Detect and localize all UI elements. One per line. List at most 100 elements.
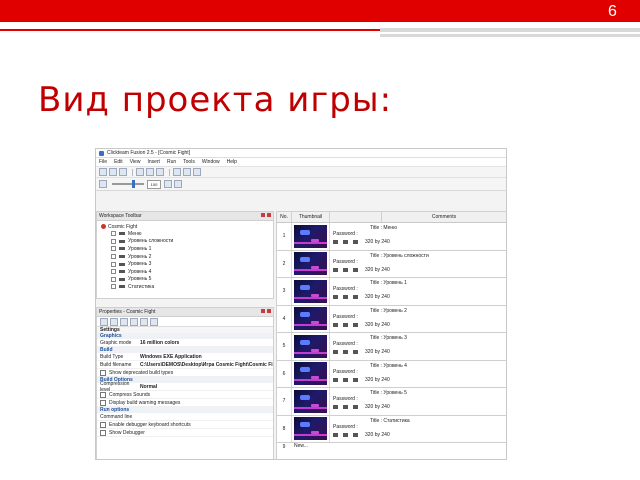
copy-icon[interactable] [146, 168, 154, 176]
close-icon[interactable] [267, 309, 271, 313]
frame-thumbnail[interactable] [294, 362, 327, 386]
fade-in-icon[interactable] [343, 432, 348, 437]
frame-settings-icon[interactable] [333, 295, 338, 299]
frame-settings-icon[interactable] [333, 322, 338, 327]
storyboard-row[interactable]: 2 Title : Уровень сложности Password : 320 … [277, 250, 506, 278]
menu-window[interactable]: Window [202, 159, 220, 165]
redo-icon[interactable] [183, 168, 191, 176]
property-compress-sounds[interactable]: Compress Sounds [97, 391, 273, 399]
property-build-type[interactable]: Build Type Windows EXE Application [97, 353, 273, 361]
save-icon[interactable] [119, 168, 127, 176]
menu-tools[interactable]: Tools [183, 159, 195, 165]
fade-out-icon[interactable] [353, 240, 358, 244]
zoom-out-icon[interactable] [99, 180, 107, 188]
fade-in-icon[interactable] [343, 295, 348, 299]
frame-password[interactable]: Password : [333, 231, 358, 237]
frame-settings-icon[interactable] [333, 405, 338, 409]
run-icon[interactable] [193, 168, 201, 176]
menu-file[interactable]: File [99, 159, 107, 165]
storyboard-row[interactable]: 3 Title : Уровень 1 Password : 320 by 240 [277, 278, 506, 306]
close-icon[interactable] [267, 213, 271, 217]
fade-in-icon[interactable] [343, 377, 348, 382]
property-display-warnings[interactable]: Display build warning messages [97, 399, 273, 407]
storyboard-new-row[interactable]: 9 New... [277, 443, 506, 451]
property-value[interactable]: Windows EXE Application [140, 354, 202, 360]
expand-icon[interactable] [111, 269, 116, 275]
frame-size[interactable]: 320 by 240 [365, 294, 390, 300]
property-enable-debugger[interactable]: Enable debugger keyboard shortcuts [97, 421, 273, 429]
frame-password[interactable]: Password : [333, 286, 358, 292]
cut-icon[interactable] [136, 168, 144, 176]
fade-in-icon[interactable] [343, 350, 348, 354]
tab-events-icon[interactable] [130, 317, 138, 326]
frame-thumbnail[interactable] [294, 334, 327, 358]
checkbox[interactable] [100, 369, 106, 376]
frame-thumbnail[interactable] [294, 389, 327, 413]
frame-size[interactable]: 320 by 240 [365, 432, 390, 438]
tab-about-icon[interactable] [140, 317, 148, 326]
frame-title[interactable]: Title : Уровень 4 [370, 363, 407, 369]
zoom-slider[interactable] [112, 180, 144, 188]
property-build-filename[interactable]: Build filename C:\Users\DEMOS\Desktop\Игр… [97, 361, 273, 369]
menu-run[interactable]: Run [167, 159, 176, 165]
frame-settings-icon[interactable] [333, 432, 338, 437]
frame-size[interactable]: 320 by 240 [365, 349, 390, 355]
tab-window-icon[interactable] [150, 317, 158, 326]
frame-title[interactable]: Title : Уровень сложности [370, 253, 429, 259]
expand-icon[interactable] [111, 254, 116, 260]
menu-edit[interactable]: Edit [114, 159, 123, 165]
storyboard-row[interactable]: 7 Title : Уровень 5 Password : 320 by 240 [277, 388, 506, 416]
frame-thumbnail[interactable] [294, 279, 327, 303]
frame-thumbnail[interactable] [294, 224, 327, 248]
frame-size[interactable]: 320 by 240 [365, 322, 390, 328]
frame-title[interactable]: Title : Уровень 3 [370, 335, 407, 341]
frame-size[interactable]: 320 by 240 [365, 404, 390, 410]
frame-title[interactable]: Title : Уровень 1 [370, 280, 407, 286]
frame-size[interactable]: 320 by 240 [365, 267, 390, 273]
frame-password[interactable]: Password : [333, 369, 358, 375]
tree-item-frame-3[interactable]: Уровень 1 [101, 245, 273, 253]
property-value[interactable]: C:\Users\DEMOS\Desktop\Игра Cosmic Fight… [140, 362, 273, 368]
fade-out-icon[interactable] [353, 295, 358, 299]
fade-in-icon[interactable] [343, 322, 348, 327]
frame-settings-icon[interactable] [333, 377, 338, 382]
menu-view[interactable]: View [130, 159, 141, 165]
storyboard-row[interactable]: 4 Title : Уровень 2 Password : 320 by 240 [277, 305, 506, 333]
expand-icon[interactable] [111, 276, 116, 282]
property-graphic-mode[interactable]: Graphic mode 16 million colors [97, 339, 273, 347]
tree-item-frame-6[interactable]: Уровень 4 [101, 268, 273, 276]
storyboard-row[interactable]: 6 Title : Уровень 4 Password : 320 by 240 [277, 360, 506, 388]
expand-icon[interactable] [111, 261, 116, 267]
checkbox[interactable] [100, 399, 106, 406]
fade-in-icon[interactable] [343, 267, 348, 272]
fade-out-icon[interactable] [353, 405, 358, 409]
checkbox[interactable] [100, 429, 106, 436]
snap-icon[interactable] [174, 180, 182, 188]
frame-settings-icon[interactable] [333, 350, 338, 354]
tree-item-frame-2[interactable]: Уровень сложности [101, 238, 273, 246]
frame-password[interactable]: Password : [333, 259, 358, 265]
property-value[interactable]: Normal [140, 384, 157, 390]
open-folder-icon[interactable] [109, 168, 117, 176]
storyboard-row[interactable]: 1 Title : Меню Password : 320 by 240 [277, 223, 506, 251]
frame-size[interactable]: 320 by 240 [365, 239, 390, 245]
menu-help[interactable]: Help [227, 159, 237, 165]
frame-settings-icon[interactable] [333, 240, 338, 244]
frame-thumbnail[interactable] [294, 417, 327, 441]
frame-password[interactable]: Password : [333, 424, 358, 430]
tree-item-frame-4[interactable]: Уровень 2 [101, 253, 273, 261]
new-frame-label[interactable]: New... [291, 443, 506, 451]
fade-out-icon[interactable] [353, 432, 358, 437]
property-show-debugger[interactable]: Show Debugger [97, 429, 273, 437]
storyboard-row[interactable]: 5 Title : Уровень 3 Password : 320 by 240 [277, 333, 506, 361]
zoom-value[interactable]: 100 [147, 179, 161, 189]
expand-icon[interactable] [111, 246, 116, 252]
tab-runtime-icon[interactable] [110, 317, 118, 326]
tree-item-frame-5[interactable]: Уровень 3 [101, 260, 273, 268]
new-file-icon[interactable] [99, 168, 107, 176]
fade-out-icon[interactable] [353, 267, 358, 272]
storyboard-row[interactable]: 8 Title : Статистика Password : 320 by 240 [277, 415, 506, 443]
tree-item-frame-7[interactable]: Уровень 5 [101, 276, 273, 284]
frame-title[interactable]: Title : Статистика [370, 418, 410, 424]
frame-title[interactable]: Title : Уровень 2 [370, 308, 407, 314]
